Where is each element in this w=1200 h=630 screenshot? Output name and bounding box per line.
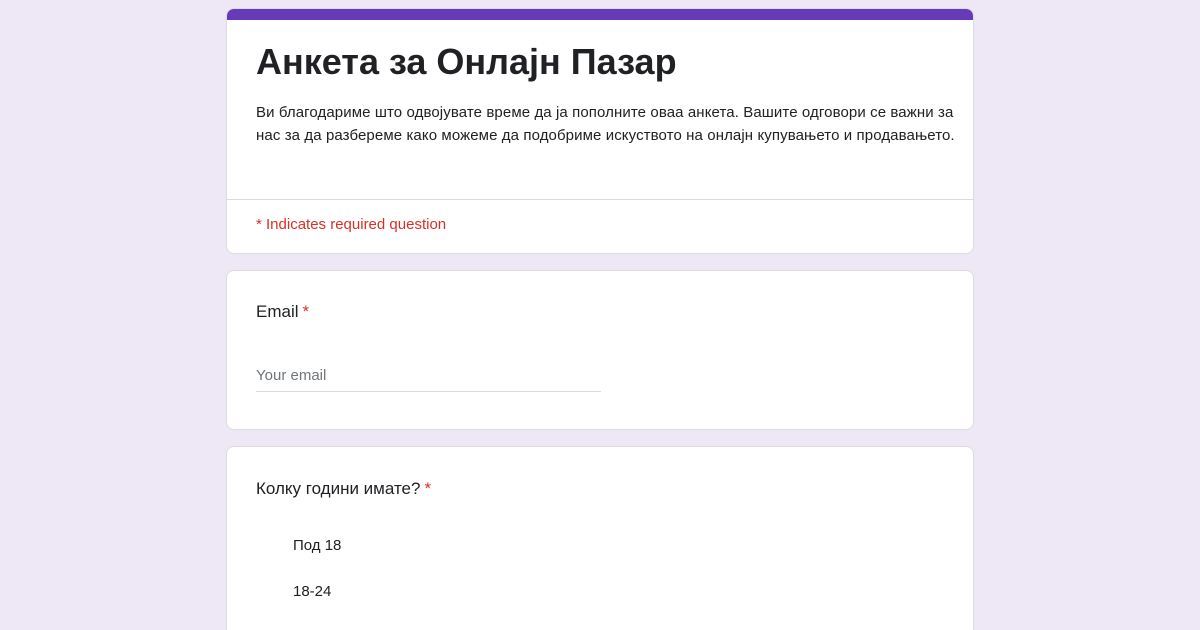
age-question-card: Колку години имате? * Под 18 18-24 <box>226 446 974 630</box>
email-input[interactable] <box>256 364 601 392</box>
email-question-card: Email * <box>226 270 974 430</box>
age-option-18-24[interactable]: 18-24 <box>293 582 331 602</box>
header-divider <box>227 199 973 200</box>
age-option-under-18[interactable]: Под 18 <box>293 536 341 556</box>
required-question-note: * Indicates required question <box>256 216 447 233</box>
age-question-title: Колку години имате? * <box>256 477 431 501</box>
age-question-label: Колку години имате? <box>256 479 421 498</box>
form-header-card: Анкета за Онлајн Пазар Ви благодариме шт… <box>226 8 974 254</box>
form-page: Анкета за Онлајн Пазар Ви благодариме шт… <box>0 0 1200 630</box>
required-asterisk: * <box>424 479 432 498</box>
email-question-title: Email * <box>256 300 309 324</box>
email-question-label: Email <box>256 302 299 321</box>
form-title: Анкета за Онлајн Пазар <box>256 41 677 82</box>
form-description: Ви благодариме што одвојувате време да ј… <box>256 104 955 144</box>
header-accent-bar <box>227 9 973 20</box>
required-asterisk: * <box>302 302 310 321</box>
